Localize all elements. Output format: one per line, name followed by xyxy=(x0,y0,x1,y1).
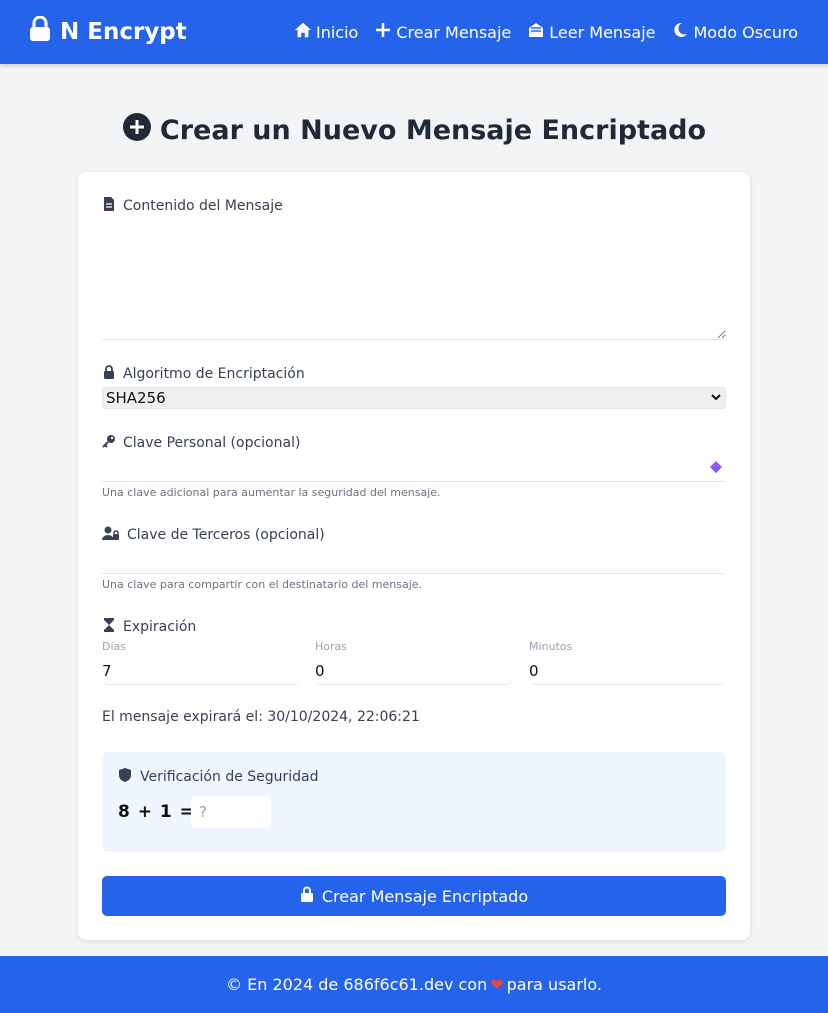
expiration-label: Expiración xyxy=(102,618,196,636)
third-party-key-label-text: Clave de Terceros (opcional) xyxy=(127,527,325,543)
expiration-date-text: El mensaje expirará el: 30/10/2024, 22:0… xyxy=(102,709,420,725)
security-verification-box: Verificación de Seguridad 8 + 1 = ? xyxy=(102,752,726,852)
minutes-input[interactable]: 0 xyxy=(529,657,726,685)
footer: © En 2024 de 686f6c61.dev con ❤ para usa… xyxy=(0,956,828,1013)
captcha-answer-input[interactable]: ? xyxy=(191,796,271,828)
algorithm-select[interactable]: SHA256 xyxy=(102,387,726,409)
algorithm-label: Algoritmo de Encriptación xyxy=(102,365,305,383)
third-party-key-input[interactable] xyxy=(102,544,726,574)
lock-icon xyxy=(102,365,116,383)
user-lock-icon xyxy=(102,526,120,544)
moon-icon xyxy=(671,21,689,43)
nav-links: Inicio Crear Mensaje Leer Mensaje Modo O… xyxy=(294,21,798,43)
nav-link-label: Crear Mensaje xyxy=(396,22,512,42)
days-label: Días xyxy=(102,640,126,653)
content-label-text: Contenido del Mensaje xyxy=(123,198,283,214)
envelope-open-icon xyxy=(527,21,545,43)
create-message-button-label: Crear Mensaje Encriptado xyxy=(321,886,529,906)
third-party-key-hint: Una clave para compartir con el destinat… xyxy=(102,578,423,591)
heart-icon: ❤ xyxy=(490,975,504,994)
plus-icon xyxy=(374,21,392,43)
verification-label-text: Verificación de Seguridad xyxy=(140,769,319,785)
content-label: Contenido del Mensaje xyxy=(102,197,283,215)
nav-link-crear[interactable]: Crear Mensaje xyxy=(374,21,511,43)
algorithm-selected-value: SHA256 xyxy=(106,389,166,407)
nav-link-label: Modo Oscuro xyxy=(693,22,798,42)
personal-key-input[interactable] xyxy=(102,452,726,482)
expiration-label-text: Expiración xyxy=(123,619,197,635)
personal-key-label-text: Clave Personal (opcional) xyxy=(123,435,301,451)
lock-icon xyxy=(300,886,314,906)
personal-key-label: Clave Personal (opcional) xyxy=(102,434,300,452)
password-manager-icon[interactable] xyxy=(708,459,724,475)
nav-link-leer[interactable]: Leer Mensaje xyxy=(527,21,655,43)
lock-icon xyxy=(28,15,52,48)
hours-label: Horas xyxy=(315,640,347,653)
plus-circle-icon xyxy=(122,112,152,149)
hourglass-icon xyxy=(102,618,116,636)
brand-name: N Encrypt xyxy=(60,19,187,45)
hours-input[interactable]: 0 xyxy=(315,657,512,685)
create-message-button[interactable]: Crear Mensaje Encriptado xyxy=(102,876,726,916)
page-title: Crear un Nuevo Mensaje Encriptado xyxy=(0,112,828,149)
nav-link-label: Leer Mensaje xyxy=(549,22,656,42)
nav-link-modo-oscuro[interactable]: Modo Oscuro xyxy=(671,21,798,43)
nav-link-inicio[interactable]: Inicio xyxy=(294,21,358,43)
navbar: N Encrypt Inicio Crear Mensaje Leer Mens… xyxy=(0,0,828,64)
home-icon xyxy=(294,21,312,43)
file-icon xyxy=(102,197,116,215)
page-title-text: Crear un Nuevo Mensaje Encriptado xyxy=(159,115,707,146)
form-card: Contenido del Mensaje Algoritmo de Encri… xyxy=(78,172,750,940)
brand[interactable]: N Encrypt xyxy=(28,15,187,48)
third-party-key-label: Clave de Terceros (opcional) xyxy=(102,526,325,544)
personal-key-hint: Una clave adicional para aumentar la seg… xyxy=(102,486,441,499)
days-input[interactable]: 7 xyxy=(102,657,299,685)
message-content-textarea[interactable] xyxy=(102,224,726,340)
chevron-down-icon xyxy=(710,389,722,407)
key-icon xyxy=(102,434,116,452)
footer-prefix: © En 2024 de 686f6c61.dev con xyxy=(226,975,488,994)
nav-link-label: Inicio xyxy=(316,22,359,42)
verification-label: Verificación de Seguridad xyxy=(118,768,319,786)
shield-icon xyxy=(118,768,132,786)
algorithm-label-text: Algoritmo de Encriptación xyxy=(123,366,305,382)
footer-suffix: para usarlo. xyxy=(506,975,602,994)
captcha-equation: 8 + 1 = xyxy=(118,802,195,822)
minutes-label: Minutos xyxy=(529,640,573,653)
